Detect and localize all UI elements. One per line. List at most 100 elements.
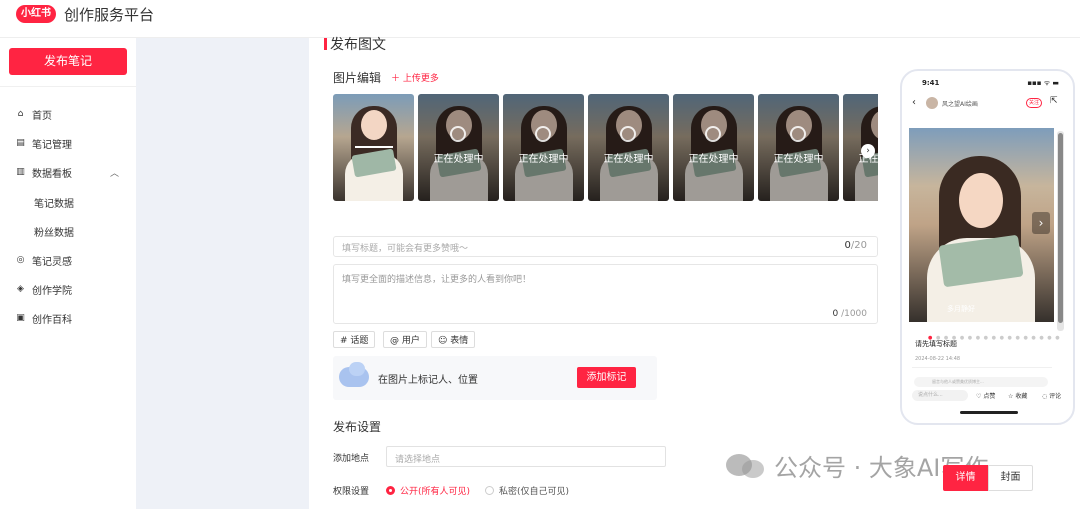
image-thumbnail-strip: 正在处理中 正在处理中 正在处理中 正在处理中 正在处理中 正在处理中 › <box>333 94 878 201</box>
processing-label: 正在处理中 <box>688 154 739 165</box>
like-action: ♡ 点赞 <box>976 393 996 400</box>
share-icon: ⇱ <box>1050 96 1058 106</box>
loading-spinner-icon <box>620 126 636 142</box>
image-edit-title: 图片编辑 <box>333 71 382 85</box>
content-gutter <box>136 38 309 509</box>
section-title: 发布图文 <box>330 37 386 53</box>
sidebar-item-note-manage[interactable]: ▤ 笔记管理 <box>15 135 72 151</box>
radio-selected-icon <box>386 486 395 495</box>
location-select[interactable]: 请选择地点 <box>386 446 666 467</box>
sidebar: 发布笔记 ⌂ 首页 ▤ 笔记管理 ▥ 数据看板 ︿ 笔记数据 粉丝数据 ◎ 笔记… <box>0 38 136 509</box>
star-icon: ☆ <box>1008 393 1014 400</box>
chevron-right-icon[interactable]: › <box>1032 212 1050 234</box>
progress-bar <box>355 146 393 148</box>
description-textarea[interactable]: 填写更全面的描述信息，让更多的人看到你吧！ 0 /1000 <box>333 264 878 324</box>
comment-action: ◌ 评论 <box>1042 393 1062 400</box>
upload-more-link[interactable]: ＋ 上传更多 <box>391 71 439 84</box>
academy-icon: ◈ <box>17 284 24 294</box>
loading-spinner-icon <box>450 126 466 142</box>
description-char-count: 0 /1000 <box>832 309 867 319</box>
detail-tab-button[interactable]: 详情 <box>943 465 988 491</box>
preview-scrollbar[interactable] <box>1057 131 1064 331</box>
topic-button[interactable]: # 话题 <box>333 331 376 348</box>
publish-settings-title: 发布设置 <box>333 420 382 434</box>
sidebar-item-academy[interactable]: ◈ 创作学院 <box>15 281 72 297</box>
image-thumbnail[interactable]: 正在处理中 <box>588 94 669 201</box>
radio-label: 公开(所有人可见) <box>400 487 471 497</box>
xiaohongshu-logo[interactable]: 小红书 <box>16 5 56 23</box>
processing-label: 正在处理中 <box>433 154 484 165</box>
radio-unselected-icon <box>485 486 494 495</box>
preview-username: 风之望AI绘画 <box>942 101 978 108</box>
heart-icon: ♡ <box>976 393 982 400</box>
home-indicator <box>960 411 1018 414</box>
image-thumbnail[interactable]: 正在处理中 <box>503 94 584 201</box>
processing-label: 正在处理中 <box>603 154 654 165</box>
bulb-icon: ◎ <box>16 255 25 265</box>
loading-spinner-icon <box>790 126 806 142</box>
preview-header: ‹ 风之望AI绘画 关注 ⇱ <box>902 93 1073 115</box>
loading-spinner-icon <box>705 126 721 142</box>
image-thumbnail[interactable]: 正在处理中 <box>418 94 499 201</box>
sidebar-item-data-board[interactable]: ▥ 数据看板 <box>15 164 72 180</box>
sidebar-item-label: 创作百科 <box>32 314 72 326</box>
image-caption: 多月静好 <box>947 305 975 313</box>
sidebar-item-home[interactable]: ⌂ 首页 <box>15 106 52 122</box>
image-thumbnail[interactable] <box>333 94 414 201</box>
wechat-icon <box>726 452 766 480</box>
title-char-count: 0/20 <box>844 240 867 251</box>
description-placeholder: 填写更全面的描述信息，让更多的人看到你吧！ <box>342 275 532 285</box>
top-bar: 小红书 创作服务平台 <box>0 0 1080 38</box>
publish-note-button[interactable]: 发布笔记 <box>9 48 127 75</box>
image-thumbnail[interactable]: 正在处理中 <box>758 94 839 201</box>
home-icon: ⌂ <box>17 109 24 119</box>
title-input[interactable]: 填写标题，可能会有更多赞哦～ 0/20 <box>333 236 878 257</box>
radio-private[interactable]: 私密(仅自己可见) <box>485 484 569 497</box>
chevron-up-icon[interactable]: ︿ <box>110 166 119 179</box>
book-icon: ▣ <box>16 313 25 323</box>
status-time: 9:41 <box>922 79 940 87</box>
avatar <box>926 97 938 109</box>
processing-label: 正在处理中 <box>773 154 824 165</box>
collect-action: ☆ 收藏 <box>1008 393 1028 400</box>
image-thumbnail[interactable]: 正在处理中 <box>673 94 754 201</box>
upload-more-label: 上传更多 <box>402 74 439 84</box>
processing-label: 正在处理中 <box>518 154 569 165</box>
preview-date: 2024-08-22 14:48 <box>915 356 961 362</box>
loading-spinner-icon <box>535 126 551 142</box>
section-accent-bar <box>324 38 327 50</box>
cover-tab-button[interactable]: 封面 <box>988 465 1033 491</box>
mark-hint: 在图片上标记人、位置 <box>378 375 478 386</box>
follow-badge: 关注 <box>1026 98 1042 108</box>
comment-input: 说点什么... <box>912 390 968 401</box>
mention-user-button[interactable]: @ 用户 <box>383 331 427 348</box>
comment-icon: ◌ <box>1042 393 1048 400</box>
sidebar-item-encyclopedia[interactable]: ▣ 创作百科 <box>15 310 72 326</box>
preview-image: › 多月静好 <box>909 128 1054 322</box>
mobile-preview: 9:41 ▪▪▪ ᯤ ▬ ‹ 风之望AI绘画 关注 ⇱ › 多月静好 ● ● ●… <box>900 69 1075 425</box>
image-mark-panel: 在图片上标记人、位置 添加标记 <box>333 356 657 400</box>
title-placeholder: 填写标题，可能会有更多赞哦～ <box>342 244 469 254</box>
comment-hint: 留言与他人或赞美优质博主... <box>914 377 1048 387</box>
back-arrow-icon: ‹ <box>912 97 916 108</box>
chart-icon: ▥ <box>16 167 25 177</box>
chevron-right-icon[interactable]: › <box>861 144 875 158</box>
emoji-button[interactable]: ☺ 表情 <box>431 331 476 348</box>
sidebar-item-label: 创作学院 <box>32 285 72 297</box>
sidebar-subitem-fan-data[interactable]: 粉丝数据 <box>34 224 74 239</box>
location-placeholder: 请选择地点 <box>395 455 441 465</box>
sidebar-item-inspiration[interactable]: ◎ 笔记灵感 <box>15 252 72 268</box>
sidebar-subitem-note-data[interactable]: 笔记数据 <box>34 195 74 210</box>
location-label: 添加地点 <box>333 454 370 464</box>
permission-label: 权限设置 <box>333 487 370 497</box>
note-icon: ▤ <box>16 138 25 148</box>
sidebar-item-label: 数据看板 <box>32 168 72 180</box>
sidebar-item-label: 笔记管理 <box>32 139 72 151</box>
radio-public[interactable]: 公开(所有人可见) <box>386 484 470 497</box>
sidebar-item-label: 笔记灵感 <box>32 256 72 268</box>
platform-title: 创作服务平台 <box>64 6 155 24</box>
add-mark-button[interactable]: 添加标记 <box>577 367 636 388</box>
sidebar-divider <box>0 86 136 87</box>
radio-label: 私密(仅自己可见) <box>499 487 570 497</box>
sidebar-item-label: 首页 <box>32 110 52 122</box>
